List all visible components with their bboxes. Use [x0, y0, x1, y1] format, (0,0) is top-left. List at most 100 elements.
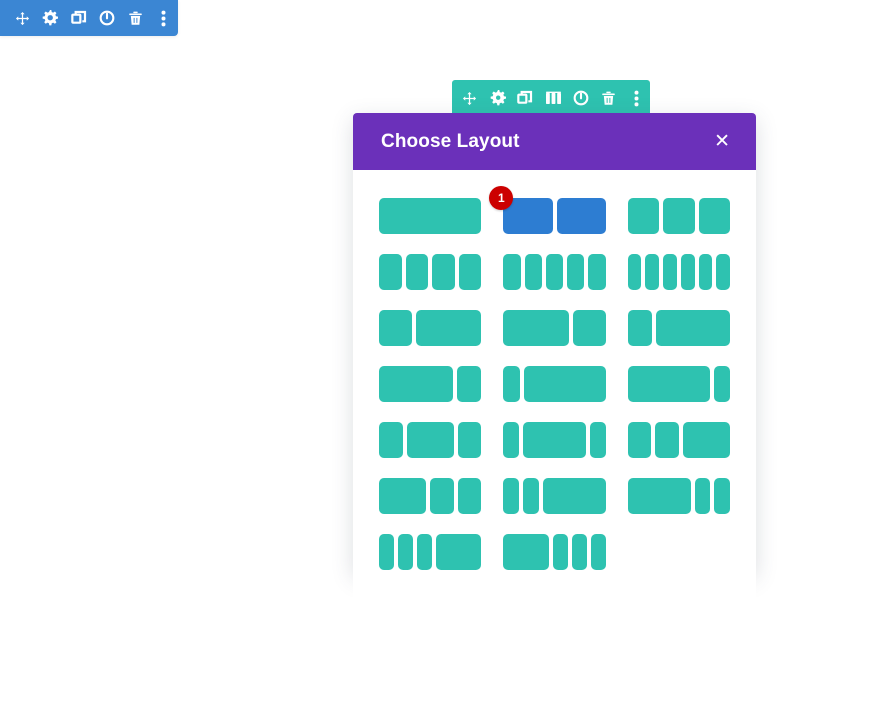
- power-icon: [99, 10, 115, 26]
- layout-column-block: [503, 310, 569, 346]
- layout-column-block: [503, 478, 520, 514]
- layout-4-columns-three-narrow-one-wide[interactable]: [379, 534, 482, 570]
- layout-column-block: [588, 254, 606, 290]
- layout-column-block: [457, 478, 482, 514]
- layout-3-columns-small-small-wide[interactable]: [503, 478, 606, 514]
- layout-column-block: [655, 422, 679, 458]
- layout-2-columns-one-sixth-five-sixths[interactable]: [503, 366, 606, 402]
- layout-column-block: [552, 534, 568, 570]
- layout-column-block: [680, 254, 695, 290]
- power-icon-button[interactable]: [93, 0, 121, 36]
- columns-icon-button[interactable]: [539, 80, 567, 116]
- layout-column-block: [589, 422, 606, 458]
- choose-layout-modal: Choose Layout ✕ 1: [353, 113, 756, 600]
- layout-3-columns-wide-small-small[interactable]: [627, 478, 730, 514]
- close-icon[interactable]: ✕: [712, 128, 732, 155]
- layout-column-block: [556, 198, 606, 234]
- layout-2-columns-equal[interactable]: 1: [489, 186, 606, 234]
- layout-column-block: [523, 478, 539, 514]
- layout-column-block: [571, 534, 587, 570]
- layout-column-block: [432, 254, 455, 290]
- layout-column-block: [545, 254, 564, 290]
- page-title: Choose Layout: [381, 130, 520, 152]
- layout-column-block: [627, 366, 710, 402]
- move-icon: [462, 91, 477, 106]
- columns-icon: [545, 91, 562, 106]
- layout-column-block: [567, 254, 585, 290]
- duplicate-icon-button[interactable]: [65, 0, 93, 36]
- layout-3-columns-narrow-narrow-wide[interactable]: [627, 422, 731, 458]
- dots-vertical-icon: [634, 90, 639, 107]
- layout-column-block: [698, 254, 713, 290]
- layout-column-block: [379, 366, 453, 402]
- trash-icon: [128, 11, 143, 26]
- layout-column-block: [714, 478, 730, 514]
- layout-column-block: [436, 534, 482, 570]
- layout-2-columns-two-thirds-one-third[interactable]: [503, 310, 606, 346]
- layout-3-columns-small-wide-small[interactable]: [503, 422, 606, 458]
- layout-column-block: [503, 534, 549, 570]
- layout-column-block: [682, 422, 731, 458]
- layout-2-columns-one-fourth-three-fourths[interactable]: [627, 310, 731, 346]
- row-settings-toolbar[interactable]: [452, 80, 650, 116]
- layout-2-columns-five-sixths-one-sixth[interactable]: [627, 366, 730, 402]
- layout-column-block: [523, 422, 586, 458]
- dots-vertical-icon-button[interactable]: [622, 80, 650, 116]
- move-icon: [15, 11, 30, 26]
- section-settings-toolbar[interactable]: [0, 0, 178, 36]
- layout-options-grid: 1: [379, 186, 731, 570]
- duplicate-icon: [517, 90, 533, 106]
- layout-column-block: [379, 254, 402, 290]
- layout-column-block: [627, 478, 691, 514]
- move-icon-button[interactable]: [456, 80, 484, 116]
- trash-icon-button[interactable]: [595, 80, 623, 116]
- layout-column-block: [524, 254, 542, 290]
- layout-5-columns-equal[interactable]: [503, 254, 606, 290]
- trash-icon-button[interactable]: [121, 0, 149, 36]
- duplicate-icon-button[interactable]: [511, 80, 539, 116]
- layout-column-block: [627, 310, 653, 346]
- gear-icon: [490, 90, 506, 106]
- layout-column-block: [627, 198, 660, 234]
- layout-column-block: [663, 198, 695, 234]
- power-icon: [573, 90, 589, 106]
- layout-column-block: [656, 310, 731, 346]
- layout-3-columns-equal[interactable]: [627, 198, 731, 234]
- layout-column-block: [572, 310, 606, 346]
- layout-column-block: [379, 310, 412, 346]
- layout-6-columns-equal[interactable]: [627, 254, 730, 290]
- layout-column-block: [590, 534, 606, 570]
- layout-1-column[interactable]: [379, 198, 482, 234]
- layout-column-block: [417, 534, 433, 570]
- layout-column-block: [458, 254, 482, 290]
- gear-icon-button[interactable]: [484, 80, 512, 116]
- layout-2-columns-one-third-two-thirds[interactable]: [379, 310, 482, 346]
- power-icon-button[interactable]: [567, 80, 595, 116]
- layout-column-block: [698, 198, 731, 234]
- layout-column-block: [430, 478, 454, 514]
- layout-column-block: [503, 366, 520, 402]
- trash-icon: [601, 91, 616, 106]
- layout-4-columns-equal[interactable]: [379, 254, 482, 290]
- layout-column-block: [694, 478, 711, 514]
- layout-3-columns-narrow-wide-narrow[interactable]: [379, 422, 482, 458]
- dots-vertical-icon-button[interactable]: [150, 0, 178, 36]
- layout-column-block: [379, 534, 395, 570]
- layout-4-columns-one-wide-three-narrow[interactable]: [503, 534, 606, 570]
- gear-icon: [42, 10, 59, 26]
- layout-column-block: [663, 254, 677, 290]
- layout-column-block: [415, 310, 482, 346]
- modal-body: 1: [353, 170, 756, 600]
- layout-2-columns-three-fourths-one-fourth[interactable]: [379, 366, 482, 402]
- layout-column-block: [503, 254, 521, 290]
- gear-icon-button[interactable]: [36, 0, 64, 36]
- layout-column-block: [645, 254, 660, 290]
- layout-column-block: [716, 254, 730, 290]
- layout-column-block: [406, 422, 454, 458]
- layout-column-block: [398, 534, 414, 570]
- layout-column-block: [379, 198, 482, 234]
- layout-3-columns-wide-narrow-narrow[interactable]: [379, 478, 482, 514]
- layout-column-block: [627, 422, 652, 458]
- layout-column-block: [405, 254, 429, 290]
- move-icon-button[interactable]: [8, 0, 36, 36]
